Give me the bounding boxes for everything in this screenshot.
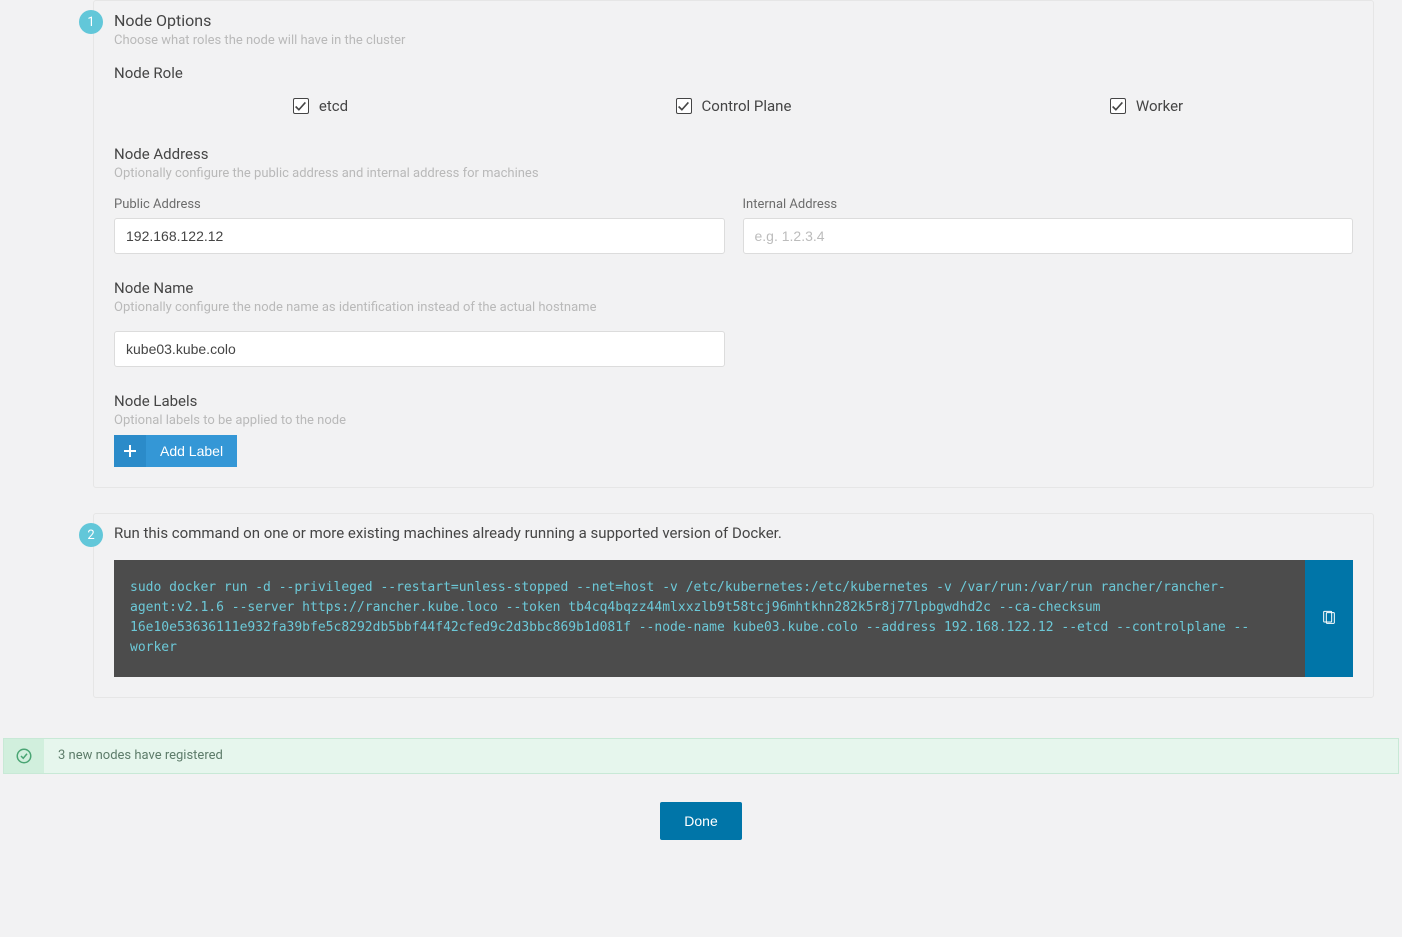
- step-1-badge: 1: [79, 10, 103, 34]
- status-text: 3 new nodes have registered: [44, 739, 237, 773]
- add-label-text: Add Label: [146, 443, 237, 459]
- node-address-desc: Optionally configure the public address …: [114, 166, 1353, 181]
- add-label-button[interactable]: Add Label: [114, 435, 237, 467]
- checkbox-etcd[interactable]: [293, 98, 309, 114]
- check-icon: [294, 100, 307, 113]
- command-box: Run this command on one or more existing…: [93, 513, 1374, 698]
- role-etcd-label: etcd: [319, 97, 348, 115]
- clipboard-icon: [1321, 610, 1337, 626]
- checkbox-worker[interactable]: [1110, 98, 1126, 114]
- node-role-title: Node Role: [114, 64, 1353, 82]
- internal-address-input[interactable]: [743, 218, 1354, 254]
- checkbox-control-plane[interactable]: [676, 98, 692, 114]
- step-2-badge: 2: [79, 523, 103, 547]
- status-bar: 3 new nodes have registered: [3, 738, 1399, 774]
- node-labels-title: Node Labels: [114, 392, 1353, 410]
- internal-address-field: Internal Address: [743, 197, 1354, 254]
- node-name-field: [114, 331, 725, 367]
- role-worker-label: Worker: [1136, 97, 1183, 115]
- public-address-field: Public Address: [114, 197, 725, 254]
- step-2-instruction: Run this command on one or more existing…: [114, 524, 1353, 542]
- step-2-panel: 2 Run this command on one or more existi…: [3, 513, 1399, 698]
- role-etcd: etcd: [114, 97, 527, 115]
- plus-icon: [114, 435, 146, 467]
- node-options-title: Node Options: [114, 11, 1353, 30]
- public-address-label: Public Address: [114, 197, 725, 212]
- address-row: Public Address Internal Address: [114, 197, 1353, 254]
- check-icon: [677, 100, 690, 113]
- step-1-panel: 1 Node Options Choose what roles the nod…: [3, 0, 1399, 488]
- command-code: sudo docker run -d --privileged --restar…: [114, 560, 1305, 677]
- done-button[interactable]: Done: [660, 802, 741, 840]
- copy-button[interactable]: [1305, 560, 1353, 677]
- node-options-box: Node Options Choose what roles the node …: [93, 0, 1374, 488]
- internal-address-label: Internal Address: [743, 197, 1354, 212]
- node-labels-desc: Optional labels to be applied to the nod…: [114, 413, 1353, 428]
- node-role-row: etcd Control Plane Worker: [114, 97, 1353, 115]
- node-name-title: Node Name: [114, 279, 1353, 297]
- role-worker: Worker: [940, 97, 1353, 115]
- node-address-title: Node Address: [114, 145, 1353, 163]
- node-options-desc: Choose what roles the node will have in …: [114, 33, 1353, 48]
- success-icon: [15, 747, 33, 765]
- role-control-plane-label: Control Plane: [702, 97, 792, 115]
- role-control-plane: Control Plane: [527, 97, 940, 115]
- command-row: sudo docker run -d --privileged --restar…: [114, 560, 1353, 677]
- status-icon-box: [4, 739, 44, 773]
- done-row: Done: [0, 802, 1402, 840]
- check-icon: [1111, 100, 1124, 113]
- node-name-desc: Optionally configure the node name as id…: [114, 300, 1353, 315]
- public-address-input[interactable]: [114, 218, 725, 254]
- node-name-input[interactable]: [114, 331, 725, 367]
